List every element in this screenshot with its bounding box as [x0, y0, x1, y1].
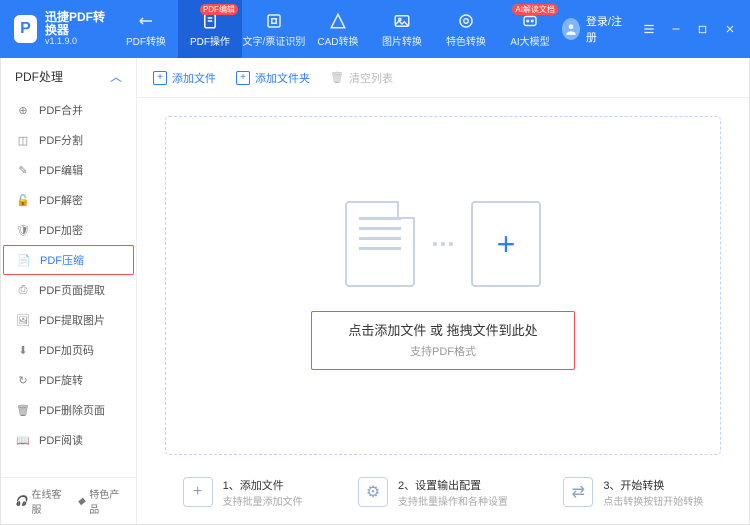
sidebar-item-encrypt[interactable]: 🛡PDF加密	[1, 215, 136, 245]
plus-icon: +	[153, 71, 167, 85]
sidebar-item-split[interactable]: ◫PDF分割	[1, 125, 136, 155]
tab-label: AI大模型	[510, 33, 549, 48]
tab-label: 图片转换	[382, 33, 422, 48]
tab-badge: PDF编辑	[200, 4, 238, 15]
steps: + 1、添加文件支持批量添加文件 ⚙ 2、设置输出配置支持批量操作和各种设置 ⇄…	[137, 465, 749, 524]
tab-ai[interactable]: AI解读文档 AI大模型	[498, 0, 562, 58]
compress-icon: 📄	[16, 252, 32, 268]
dots-icon	[433, 242, 453, 246]
extract-page-icon: ⎙	[15, 282, 31, 298]
sidebar-item-rotate[interactable]: ↻PDF旋转	[1, 365, 136, 395]
sidebar-items: ⊕PDF合并 ◫PDF分割 ✎PDF编辑 🔓PDF解密 🛡PDF加密 📄PDF压…	[1, 95, 136, 477]
tab-special[interactable]: 特色转换	[434, 0, 498, 58]
app-logo: P 迅捷PDF转换器 v1.1.9.0	[14, 11, 114, 47]
toolbar: +添加文件 +添加文件夹 🗑清空列表	[137, 58, 749, 98]
main-panel: +添加文件 +添加文件夹 🗑清空列表 + 点击添加文件 或 拖拽文件到此处 支持…	[137, 58, 749, 524]
login-label: 登录/注册	[586, 13, 624, 45]
merge-icon: ⊕	[15, 102, 31, 118]
step-add-icon: +	[183, 477, 213, 507]
delete-page-icon: 🗑	[15, 402, 31, 418]
tab-label: 特色转换	[446, 33, 486, 48]
step-2: ⚙ 2、设置输出配置支持批量操作和各种设置	[358, 477, 508, 508]
drop-graphics: +	[345, 201, 541, 287]
tab-pdf-operate[interactable]: PDF编辑 PDF操作	[178, 0, 242, 58]
split-icon: ◫	[15, 132, 31, 148]
drop-area[interactable]: + 点击添加文件 或 拖拽文件到此处 支持PDF格式	[165, 116, 721, 455]
tab-cad[interactable]: CAD转换	[306, 0, 370, 58]
support-link[interactable]: 🎧在线客服	[15, 486, 64, 516]
ocr-icon	[264, 11, 284, 31]
drop-text-box: 点击添加文件 或 拖拽文件到此处 支持PDF格式	[311, 311, 574, 370]
tab-label: PDF转换	[126, 33, 166, 48]
add-folder-button[interactable]: +添加文件夹	[236, 70, 310, 86]
star-icon	[456, 11, 476, 31]
featured-link[interactable]: ◆特色产品	[78, 486, 122, 516]
tab-label: 文字/票证识别	[243, 33, 306, 48]
image-icon	[392, 11, 412, 31]
tab-label: CAD转换	[317, 33, 358, 48]
titlebar: P 迅捷PDF转换器 v1.1.9.0 PDF转换 PDF编辑 PDF操作 文字…	[0, 0, 750, 58]
cad-icon	[328, 11, 348, 31]
folder-plus-icon: +	[236, 71, 250, 85]
step-1: + 1、添加文件支持批量添加文件	[183, 477, 303, 508]
sidebar-item-extract-page[interactable]: ⎙PDF页面提取	[1, 275, 136, 305]
tab-label: PDF操作	[190, 33, 230, 48]
sidebar-item-edit[interactable]: ✎PDF编辑	[1, 155, 136, 185]
sidebar-item-compress[interactable]: 📄PDF压缩	[3, 245, 134, 275]
document-icon	[345, 201, 415, 287]
logo-icon: P	[14, 15, 37, 43]
menu-button[interactable]	[636, 16, 661, 42]
step-3: ⇄ 3、开始转换点击转换按钮开始转换	[563, 477, 703, 508]
drop-sub-text: 支持PDF格式	[348, 343, 537, 359]
cube-icon: ◆	[78, 496, 86, 507]
convert-icon	[136, 11, 156, 31]
add-file-button[interactable]: +添加文件	[153, 70, 216, 86]
unlock-icon: 🔓	[15, 192, 31, 208]
app-version: v1.1.9.0	[45, 37, 114, 47]
maximize-button[interactable]	[690, 16, 715, 42]
trash-icon: 🗑	[330, 71, 344, 84]
login-button[interactable]: 登录/注册	[562, 13, 624, 45]
close-button[interactable]	[717, 16, 742, 42]
chevron-up-icon: ︿	[110, 68, 122, 85]
minimize-button[interactable]	[663, 16, 688, 42]
add-target-icon: +	[471, 201, 541, 287]
sidebar-title: PDF处理	[15, 68, 63, 85]
sidebar-item-decrypt[interactable]: 🔓PDF解密	[1, 185, 136, 215]
sidebar-item-delete-page[interactable]: 🗑PDF删除页面	[1, 395, 136, 425]
tab-badge: AI解读文档	[512, 4, 558, 15]
sidebar-item-pagenum[interactable]: ⬇PDF加页码	[1, 335, 136, 365]
sidebar-item-merge[interactable]: ⊕PDF合并	[1, 95, 136, 125]
sidebar: PDF处理 ︿ ⊕PDF合并 ◫PDF分割 ✎PDF编辑 🔓PDF解密 🛡PDF…	[1, 58, 137, 524]
sidebar-header[interactable]: PDF处理 ︿	[1, 58, 136, 95]
drop-main-text: 点击添加文件 或 拖拽文件到此处	[348, 320, 537, 339]
main-tabs: PDF转换 PDF编辑 PDF操作 文字/票证识别 CAD转换 图片转换 特色转…	[114, 0, 562, 58]
pagenum-icon: ⬇	[15, 342, 31, 358]
sidebar-footer: 🎧在线客服 ◆特色产品	[1, 477, 136, 524]
tab-ocr[interactable]: 文字/票证识别	[242, 0, 306, 58]
lock-icon: 🛡	[15, 222, 31, 238]
gear-icon: ⚙	[358, 477, 388, 507]
avatar-icon	[562, 18, 580, 40]
tab-image[interactable]: 图片转换	[370, 0, 434, 58]
app-name: 迅捷PDF转换器	[45, 11, 114, 37]
read-icon: 📖	[15, 432, 31, 448]
convert-icon: ⇄	[563, 477, 593, 507]
extract-image-icon: 🖼	[15, 312, 31, 328]
clear-list-button[interactable]: 🗑清空列表	[330, 70, 393, 86]
tab-pdf-convert[interactable]: PDF转换	[114, 0, 178, 58]
headset-icon: 🎧	[15, 496, 27, 507]
sidebar-item-extract-image[interactable]: 🖼PDF提取图片	[1, 305, 136, 335]
rotate-icon: ↻	[15, 372, 31, 388]
sidebar-item-read[interactable]: 📖PDF阅读	[1, 425, 136, 455]
edit-icon: ✎	[15, 162, 31, 178]
